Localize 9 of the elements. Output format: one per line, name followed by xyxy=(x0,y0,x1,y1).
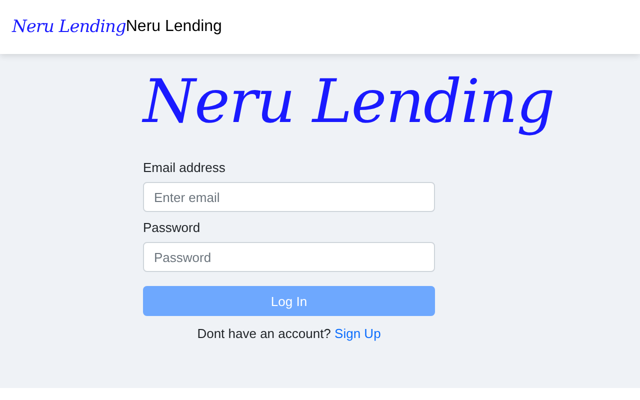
logo[interactable]: Neru Lending xyxy=(12,17,126,37)
brand-name[interactable]: Neru Lending xyxy=(126,18,222,36)
input-field[interactable]: Password xyxy=(143,242,435,272)
signup-prompt: Dont have an account? xyxy=(197,326,331,341)
signup-link[interactable]: Sign Up xyxy=(334,326,381,341)
input-field[interactable]: Enter email xyxy=(143,182,435,212)
field-label: Password xyxy=(143,220,200,235)
page-title: Neru Lending xyxy=(143,66,556,139)
field-label: Email address xyxy=(143,160,226,175)
